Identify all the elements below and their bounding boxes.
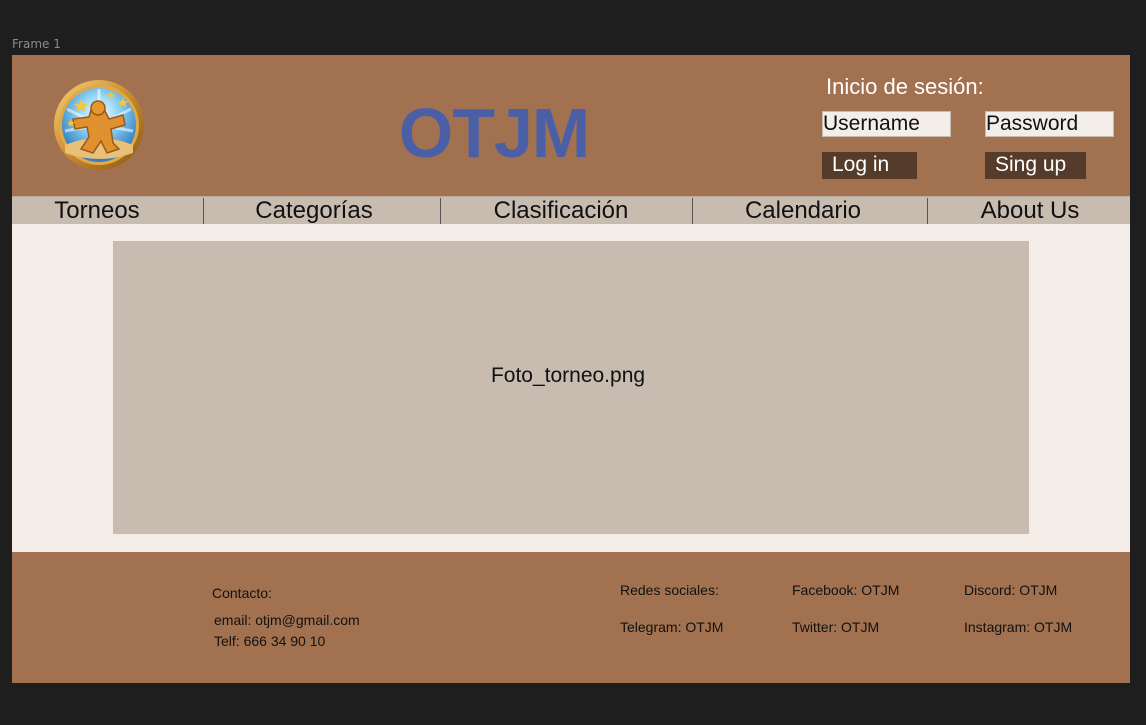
social-telegram-link[interactable]: Telegram: OTJM: [620, 618, 723, 636]
frame-label: Frame 1: [12, 37, 61, 51]
social-title: Redes sociales:: [620, 582, 719, 598]
login-button[interactable]: Log in: [822, 152, 917, 179]
username-input[interactable]: [822, 111, 951, 137]
footer: Contacto: email: otjm@gmail.com Telf: 66…: [12, 552, 1130, 683]
signup-button[interactable]: Sing up: [985, 152, 1086, 179]
contact-email[interactable]: email: otjm@gmail.com: [214, 611, 360, 629]
contact-title: Contacto:: [212, 585, 272, 601]
nav-item-calendario[interactable]: Calendario: [693, 197, 913, 224]
logo[interactable]: [53, 79, 145, 171]
photo-filename: Foto_torneo.png: [490, 364, 646, 387]
nav-item-about-us[interactable]: About Us: [928, 197, 1130, 224]
game-piece-medallion-icon: [54, 80, 144, 170]
contact-phone: Telf: 666 34 90 10: [214, 633, 326, 649]
tournament-photo-placeholder: Foto_torneo.png: [113, 241, 1029, 534]
login-title: Inicio de sesión:: [826, 74, 984, 99]
social-facebook-link[interactable]: Facebook: OTJM: [792, 581, 899, 599]
social-discord-link[interactable]: Discord: OTJM: [964, 581, 1057, 599]
page-frame: OTJM Inicio de sesión: Log in Sing up To…: [12, 55, 1130, 683]
main-nav: Torneos Categorías Clasificación Calenda…: [12, 196, 1130, 224]
password-input[interactable]: [985, 111, 1114, 137]
nav-item-clasificacion[interactable]: Clasificación: [441, 197, 681, 224]
social-twitter-link[interactable]: Twitter: OTJM: [792, 618, 879, 636]
header: OTJM Inicio de sesión: Log in Sing up: [12, 55, 1130, 196]
nav-item-categorias[interactable]: Categorías: [204, 197, 424, 224]
site-title: OTJM: [398, 94, 590, 172]
nav-item-torneos[interactable]: Torneos: [12, 197, 182, 224]
social-instagram-link[interactable]: Instagram: OTJM: [964, 618, 1072, 636]
